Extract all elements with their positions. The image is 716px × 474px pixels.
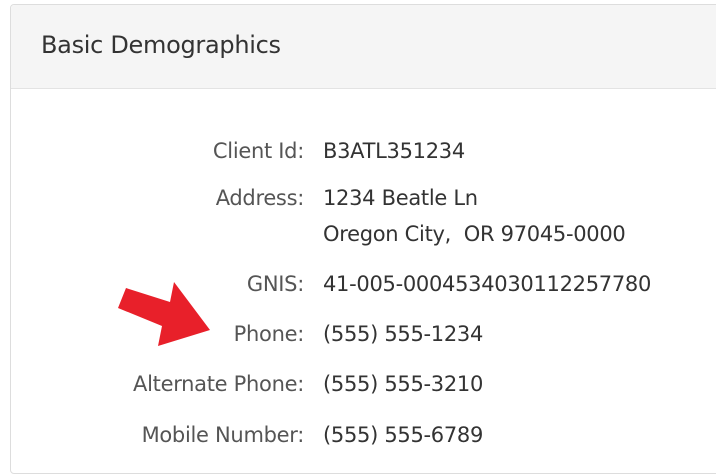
address-line2-value: Oregon City, OR 97045-0000 (323, 222, 626, 246)
gnis-value: 41-005-0004534030112257780 (323, 272, 652, 296)
phone-value: (555) 555-1234 (323, 322, 484, 346)
panel-heading: Basic Demographics (11, 5, 716, 89)
address-line1-value: 1234 Beatle Ln (323, 186, 478, 210)
red-arrow-shape (118, 282, 210, 346)
mobile-number-value: (555) 555-6789 (323, 423, 484, 447)
alternate-phone-value: (555) 555-3210 (323, 372, 484, 396)
panel-title: Basic Demographics (41, 31, 281, 59)
client-id-label: Client Id: (212, 139, 304, 163)
mobile-number-label: Mobile Number: (141, 423, 305, 447)
alternate-phone-label: Alternate Phone: (133, 372, 304, 396)
phone-label: Phone: (233, 322, 305, 346)
gnis-label: GNIS: (246, 272, 304, 296)
address-label: Address: (215, 186, 305, 210)
red-arrow-icon (118, 282, 210, 346)
client-id-value: B3ATL351234 (323, 139, 465, 163)
